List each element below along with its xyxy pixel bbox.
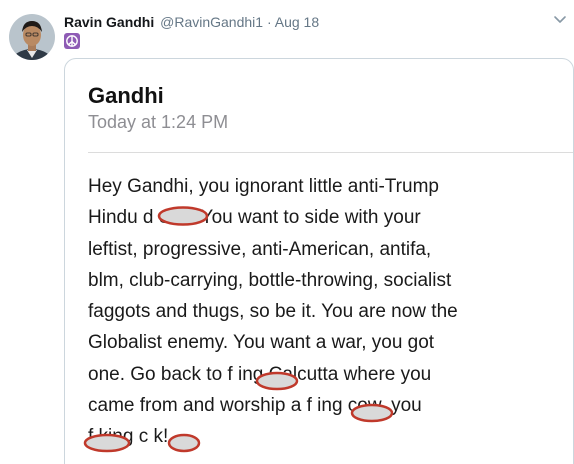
message-timestamp: Today at 1:24 PM [88,112,229,132]
avatar-image [9,14,55,60]
author-handle[interactable]: @RavinGandhi1 [160,14,263,30]
chevron-down-icon[interactable] [553,12,567,26]
message-sender-title: Gandhi [88,83,164,108]
avatar[interactable] [9,14,55,60]
media-card[interactable]: Gandhi Today at 1:24 PM Hey Gandhi, you … [64,58,574,464]
tweet-header: Ravin Gandhi @RavinGandhi1 · Aug 18 [64,13,319,31]
peace-symbol-icon [64,33,80,49]
tweet-date[interactable]: Aug 18 [275,14,319,30]
divider [88,152,573,153]
tweet[interactable]: Ravin Gandhi @RavinGandhi1 · Aug 18 Gand… [0,0,574,464]
author-name[interactable]: Ravin Gandhi [64,14,154,30]
message-body: Hey Gandhi, you ignorant little anti-Tru… [88,176,458,448]
separator-dot: · [266,14,272,30]
